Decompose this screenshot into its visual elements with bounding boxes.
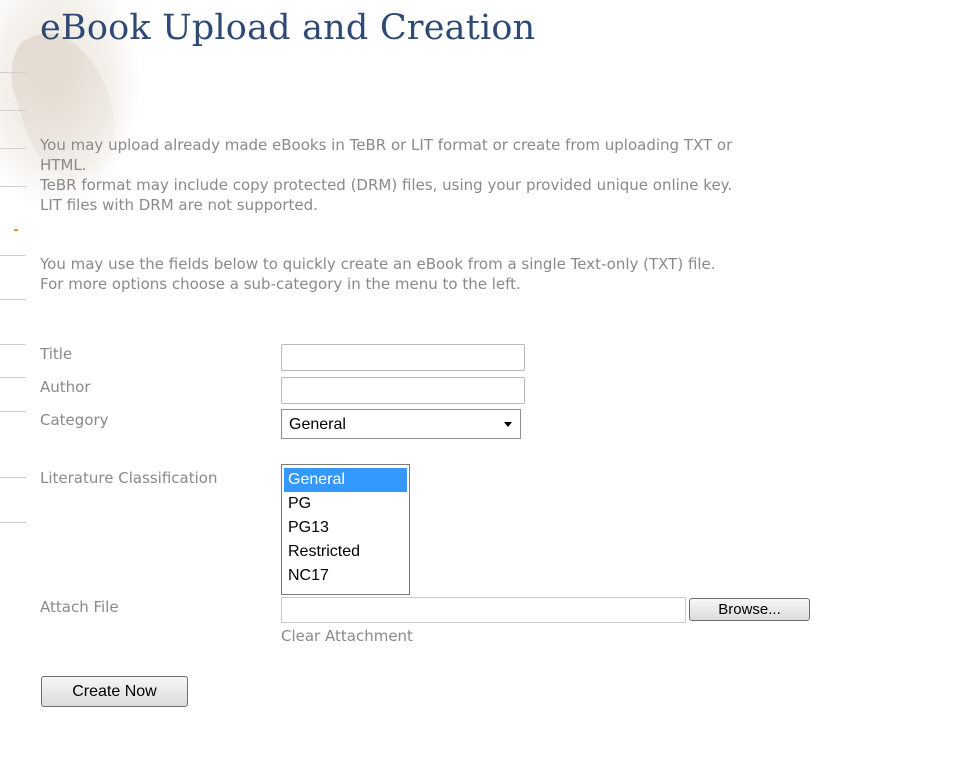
info-text: You may use the fields below to quickly … [40,254,716,294]
category-select[interactable]: General [281,409,521,439]
classification-listbox[interactable]: General PG PG13 Restricted NC17 [281,464,410,595]
divider [0,344,26,345]
intro-line: LIT files with DRM are not supported. [40,196,318,214]
divider [0,255,26,256]
attach-file-input[interactable] [281,597,686,623]
intro-line: You may upload already made eBooks in Te… [40,136,733,154]
classification-option-nc17[interactable]: NC17 [284,564,407,588]
title-input[interactable] [281,344,525,371]
divider [0,110,26,111]
clear-attachment-link[interactable]: Clear Attachment [281,627,413,645]
classification-option-restricted[interactable]: Restricted [284,540,407,564]
author-label: Author [40,378,91,396]
divider [0,148,26,149]
category-value: General [289,416,346,433]
category-label: Category [40,411,109,429]
divider [14,229,18,231]
divider [0,377,26,378]
page-title: eBook Upload and Creation [40,8,536,48]
divider [0,477,26,478]
create-now-button[interactable]: Create Now [41,676,188,707]
attach-file-label: Attach File [40,598,119,616]
intro-line: TeBR format may include copy protected (… [40,176,733,194]
divider [0,186,26,187]
author-input[interactable] [281,377,525,404]
title-label: Title [40,345,73,363]
divider [0,299,26,300]
info-line: For more options choose a sub-category i… [40,275,521,293]
info-line: You may use the fields below to quickly … [40,255,716,273]
classification-option-pg13[interactable]: PG13 [284,516,407,540]
intro-text: You may upload already made eBooks in Te… [40,135,732,215]
divider [0,72,26,73]
chevron-down-icon [504,422,512,427]
divider [0,411,26,412]
browse-button[interactable]: Browse... [689,598,810,621]
classification-option-general[interactable]: General [284,468,407,492]
classification-label: Literature Classification [40,469,218,487]
divider [0,522,26,523]
intro-line: HTML. [40,156,87,174]
classification-option-pg[interactable]: PG [284,492,407,516]
